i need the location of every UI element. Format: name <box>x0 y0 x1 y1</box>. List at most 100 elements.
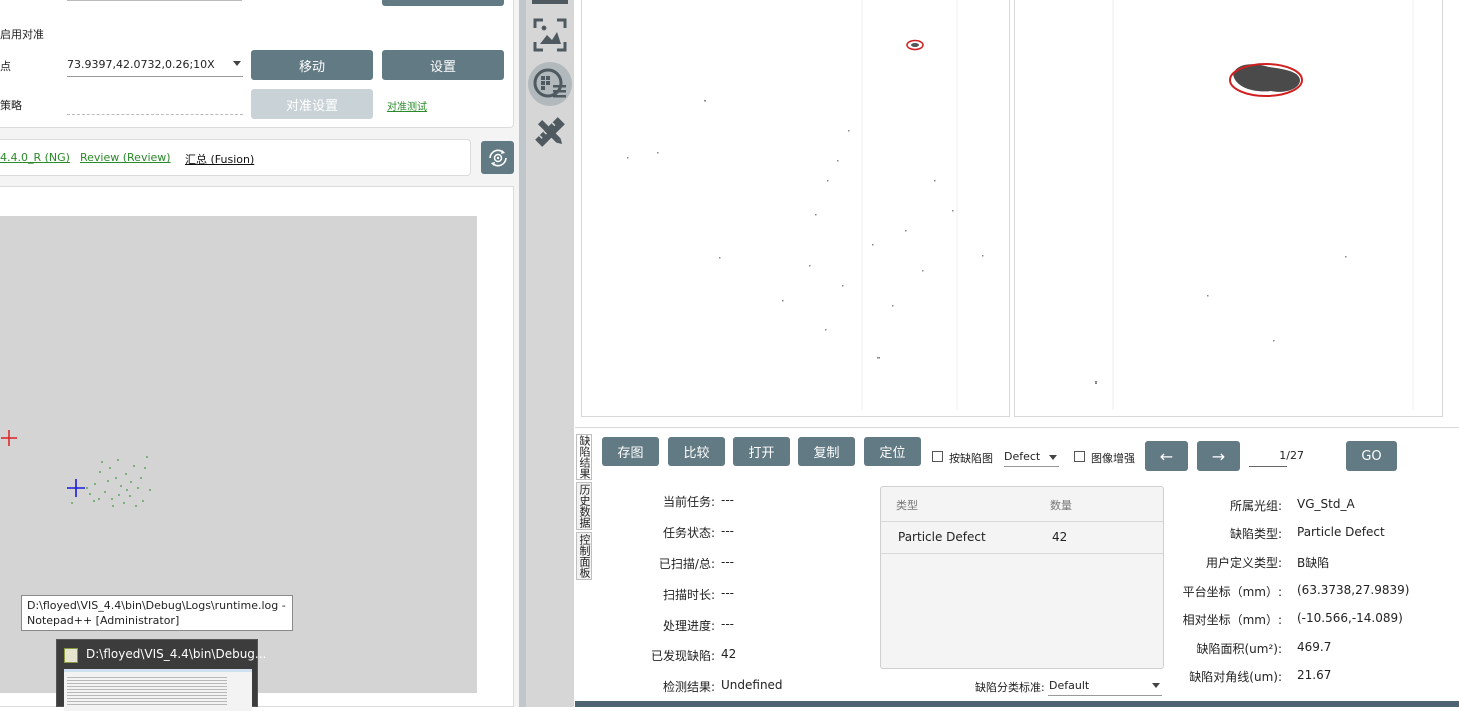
classify-select[interactable]: Default <box>1048 676 1162 696</box>
row-count-cell: 42 <box>1052 530 1068 544</box>
classify-select-value: Default <box>1049 679 1090 692</box>
by-defect-map-label: 按缺陷图 <box>949 452 993 465</box>
classify-label: 缺陷分类标准: <box>975 681 1045 694</box>
stage-coord-value: (63.3738,27.9839) <box>1297 583 1410 597</box>
user-type-value: B缺陷 <box>1297 556 1330 570</box>
vtab-defect-result[interactable]: 缺陷结果 <box>576 434 592 480</box>
preview-thumbnail <box>64 669 252 711</box>
align-test-link[interactable]: 对准测试 <box>387 98 427 113</box>
go-button[interactable]: GO <box>1346 441 1397 471</box>
image-enhance-checkbox[interactable] <box>1074 451 1085 462</box>
bottom-status-strip <box>575 701 1459 707</box>
area-label: 缺陷面积(um²): <box>1196 642 1282 656</box>
current-task-value: --- <box>721 493 734 507</box>
taskbar-preview[interactable]: D:\floyed\VIS_4.4\bin\Debug... <box>56 639 266 711</box>
prev-defect-button[interactable]: ← <box>1145 441 1188 471</box>
diag-label: 缺陷对角线(um): <box>1189 670 1282 684</box>
group-label: 所属光组: <box>1229 499 1282 513</box>
tool-top-partial[interactable] <box>532 0 568 4</box>
found-defects-value: 42 <box>721 647 737 661</box>
tool-sidebar <box>526 0 574 707</box>
reference-image-canvas <box>1095 0 1414 410</box>
ruler-pencil-icon <box>535 117 565 147</box>
tool-measure[interactable] <box>529 111 571 153</box>
user-type-label: 用户定义类型: <box>1205 556 1282 570</box>
wafer-list-icon <box>533 68 566 98</box>
stage-coord-label: 平台坐标（mm）: <box>1182 585 1282 599</box>
point-select-value: 73.9397,42.0732,0.26;10X <box>67 58 215 71</box>
defect-image-canvas <box>627 0 984 410</box>
strategy-field[interactable] <box>67 95 243 115</box>
splitter[interactable] <box>519 0 526 707</box>
reference-image-panel[interactable] <box>1014 0 1443 417</box>
strategy-label: 策略 <box>0 99 22 112</box>
image-fit-icon <box>533 18 567 52</box>
tool-wafer-map[interactable] <box>528 62 572 106</box>
task-status-value: --- <box>721 524 734 538</box>
defect-select[interactable]: Defect <box>1004 447 1059 467</box>
diag-value: 21.67 <box>1297 668 1332 682</box>
refresh-settings-button[interactable] <box>481 141 514 174</box>
move-button[interactable]: 移动 <box>251 50 373 80</box>
chevron-down-icon <box>233 61 241 66</box>
preview-title: D:\floyed\VIS_4.4\bin\Debug... <box>86 647 267 661</box>
scanned-label: 已扫描/总: <box>658 557 715 571</box>
progress-value: --- <box>721 617 734 631</box>
col-count-header: 数量 <box>1050 499 1072 512</box>
tab-review[interactable]: Review (Review) <box>80 151 171 164</box>
row-type-cell: Particle Defect <box>898 530 986 544</box>
tab-fusion[interactable]: 汇总 (Fusion) <box>185 151 254 167</box>
enable-align-label: 启用对准 <box>0 28 44 41</box>
chevron-down-icon <box>1049 455 1057 460</box>
defect-type-value: Particle Defect <box>1297 525 1385 539</box>
by-defect-map-checkbox[interactable] <box>932 451 943 462</box>
taskbar-tooltip: D:\floyed\VIS_4.4\bin\Debug\Logs\runtime… <box>21 595 293 631</box>
tab-ng[interactable]: 4.4.0_R (NG) <box>0 151 70 164</box>
tooltip-line2: Notepad++ [Administrator] <box>27 614 180 627</box>
notepad-icon <box>64 648 78 663</box>
defect-type-table: 类型 数量 Particle Defect 42 <box>880 486 1164 669</box>
defect-type-label: 缺陷类型: <box>1229 527 1282 541</box>
set-button[interactable]: 设置 <box>382 50 504 80</box>
defect-select-value: Defect <box>1004 450 1041 463</box>
found-defects-label: 已发现缺陷: <box>650 649 715 663</box>
scan-time-value: --- <box>721 586 734 600</box>
scanned-value: --- <box>721 555 734 569</box>
table-row[interactable]: Particle Defect 42 <box>881 522 1163 554</box>
detect-result-label: 检测结果: <box>662 680 715 694</box>
tooltip-line1: D:\floyed\VIS_4.4\bin\Debug\Logs\runtime… <box>27 599 286 612</box>
open-button[interactable]: 打开 <box>733 437 790 466</box>
page-input[interactable]: 1/27 <box>1249 447 1304 467</box>
thumbnail-lines <box>67 675 227 707</box>
vtab-history-data[interactable]: 历史数据 <box>576 482 592 530</box>
tool-image-fit[interactable] <box>529 14 571 56</box>
rel-coord-value: (-10.566,-14.089) <box>1297 611 1403 625</box>
task-status-label: 任务状态: <box>662 526 715 540</box>
detect-result-value: Undefined <box>721 678 783 692</box>
refresh-gear-icon <box>488 148 507 167</box>
arrow-right-icon: → <box>1211 446 1226 466</box>
compare-button[interactable]: 比较 <box>668 437 725 466</box>
col-type-header: 类型 <box>896 499 918 512</box>
scan-time-label: 扫描时长: <box>662 588 715 602</box>
table-header: 类型 数量 <box>881 487 1163 522</box>
point-select[interactable]: 73.9397,42.0732,0.26;10X <box>67 55 243 77</box>
area-value: 469.7 <box>1297 640 1332 654</box>
point-label: 点 <box>0 60 11 73</box>
progress-label: 处理进度: <box>662 619 715 633</box>
page-value: 1/27 <box>1279 449 1304 462</box>
top-partial-button[interactable] <box>382 0 504 6</box>
save-image-button[interactable]: 存图 <box>602 437 659 466</box>
rel-coord-label: 相对坐标（mm）: <box>1182 613 1282 627</box>
vtab-control-panel[interactable]: 控制面板 <box>576 532 592 580</box>
current-task-label: 当前任务: <box>662 495 715 509</box>
align-settings-button[interactable]: 对准设置 <box>251 89 373 119</box>
next-defect-button[interactable]: → <box>1197 441 1240 471</box>
arrow-left-icon: ← <box>1159 446 1174 466</box>
image-enhance-label: 图像增强 <box>1091 452 1135 465</box>
chevron-down-icon <box>1152 683 1160 688</box>
defect-image-panel[interactable] <box>581 0 1010 417</box>
copy-button[interactable]: 复制 <box>798 437 855 466</box>
locate-button[interactable]: 定位 <box>864 437 921 466</box>
top-field-underline <box>67 0 242 1</box>
